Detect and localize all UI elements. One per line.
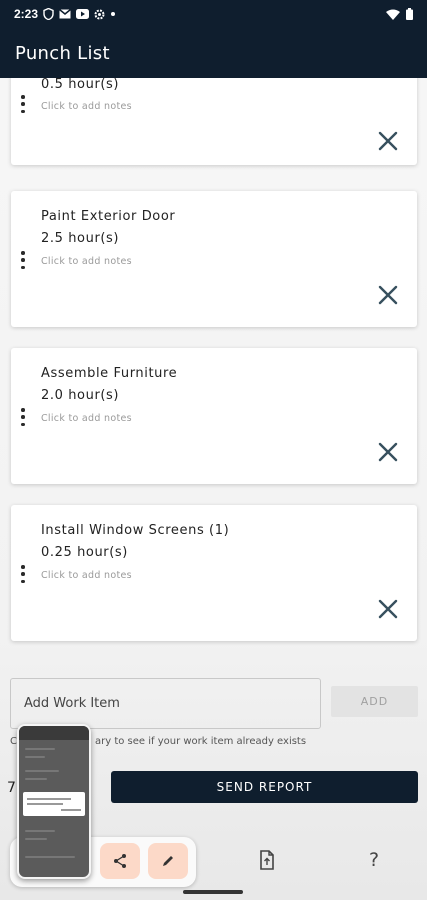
dot-icon bbox=[110, 11, 116, 17]
close-icon[interactable] bbox=[377, 441, 399, 463]
work-item-card[interactable]: Assemble Furniture 2.0 hour(s) Click to … bbox=[11, 348, 417, 484]
more-vert-icon[interactable] bbox=[19, 565, 27, 583]
add-work-item-input[interactable] bbox=[10, 678, 321, 729]
status-time: 2:23 bbox=[14, 7, 39, 21]
edit-icon bbox=[163, 856, 173, 866]
work-item-card[interactable]: Install Window Screens (1) 0.25 hour(s) … bbox=[11, 505, 417, 641]
page-title: Punch List bbox=[15, 42, 110, 64]
work-item-card[interactable]: Paint Exterior Door 2.5 hour(s) Click to… bbox=[11, 191, 417, 327]
shield-icon bbox=[43, 8, 54, 20]
work-item-title: Install Window Screens (1) bbox=[41, 523, 230, 538]
work-item-notes[interactable]: Click to add notes bbox=[41, 256, 132, 267]
nav-report[interactable] bbox=[247, 838, 287, 882]
share-button[interactable] bbox=[100, 843, 140, 879]
work-item-hours: 0.25 hour(s) bbox=[41, 545, 128, 560]
wifi-icon bbox=[386, 9, 400, 20]
total-hours-label: 7 bbox=[7, 780, 16, 796]
gmail-icon bbox=[59, 9, 72, 19]
send-report-button[interactable]: SEND REPORT bbox=[111, 771, 418, 803]
close-icon[interactable] bbox=[377, 130, 399, 152]
app-bar: Punch List bbox=[0, 28, 427, 78]
work-item-hours: 0.5 hour(s) bbox=[41, 78, 120, 92]
close-icon[interactable] bbox=[377, 284, 399, 306]
screenshot-thumbnail[interactable] bbox=[17, 724, 91, 879]
work-item-notes[interactable]: Click to add notes bbox=[41, 570, 132, 581]
gesture-navigation-bar[interactable] bbox=[183, 890, 243, 894]
work-item-list[interactable]: 0.5 hour(s) Click to add notes Paint Ext… bbox=[0, 78, 427, 648]
work-item-title: Paint Exterior Door bbox=[41, 209, 176, 224]
youtube-icon bbox=[76, 9, 90, 19]
work-item-notes[interactable]: Click to add notes bbox=[41, 413, 132, 424]
document-icon bbox=[260, 850, 274, 870]
helper-text-start: C bbox=[10, 736, 17, 747]
work-item-hours: 2.0 hour(s) bbox=[41, 388, 120, 403]
work-item-card[interactable]: 0.5 hour(s) Click to add notes bbox=[11, 78, 417, 165]
work-item-title: Assemble Furniture bbox=[41, 366, 178, 381]
more-vert-icon[interactable] bbox=[19, 408, 27, 426]
more-vert-icon[interactable] bbox=[19, 95, 27, 113]
more-vert-icon[interactable] bbox=[19, 251, 27, 269]
work-item-hours: 2.5 hour(s) bbox=[41, 231, 120, 246]
nav-help[interactable]: ? bbox=[354, 838, 394, 882]
helper-text-end: ary to see if your work item already exi… bbox=[94, 736, 307, 747]
help-icon: ? bbox=[368, 849, 380, 871]
work-item-notes[interactable]: Click to add notes bbox=[41, 101, 132, 112]
battery-icon bbox=[406, 8, 413, 20]
settings-icon bbox=[94, 9, 105, 20]
add-button[interactable]: ADD bbox=[331, 686, 418, 717]
edit-button[interactable] bbox=[148, 843, 188, 879]
status-bar: 2:23 bbox=[0, 0, 427, 28]
share-icon bbox=[114, 854, 126, 868]
close-icon[interactable] bbox=[377, 598, 399, 620]
